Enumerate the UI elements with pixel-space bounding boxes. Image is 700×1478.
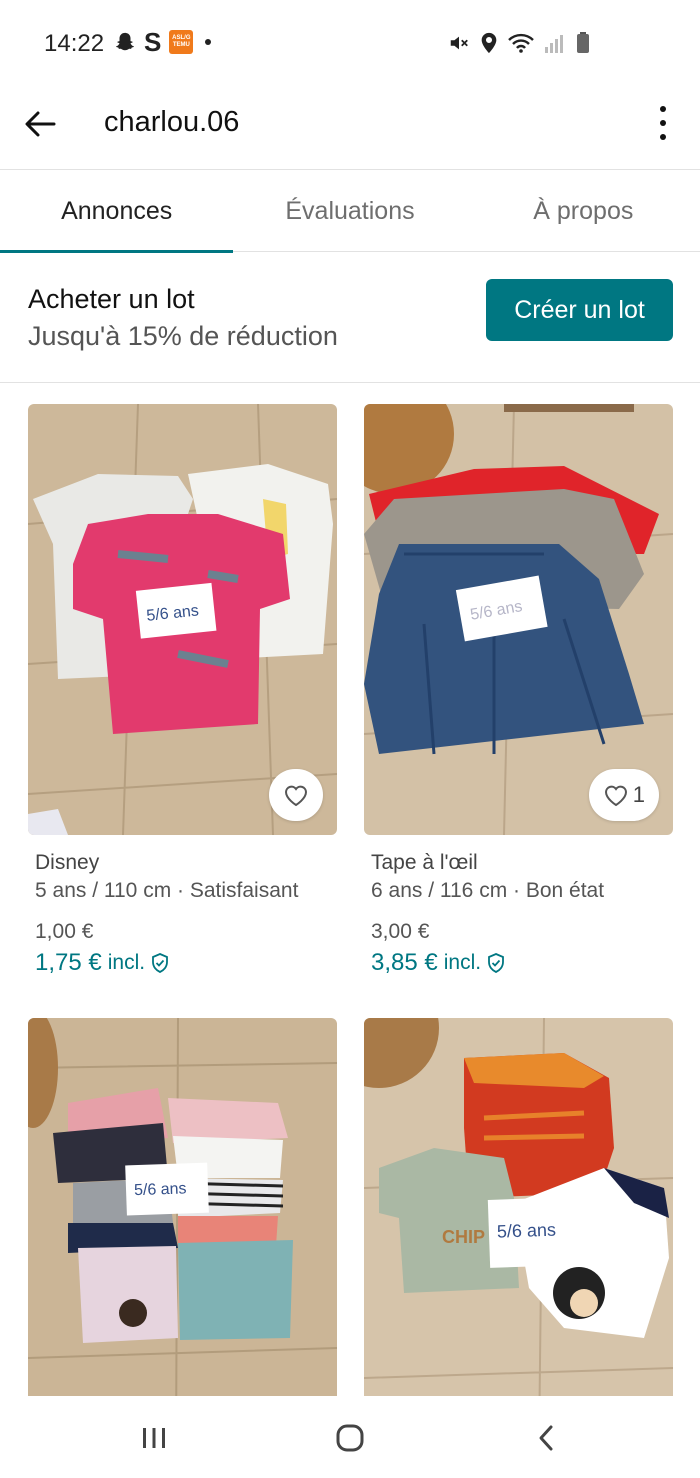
app-bar: charlou.06 [0, 88, 700, 170]
arrow-left-icon [25, 111, 56, 137]
status-bar: 14:22 S ASL/G TEMU [0, 0, 700, 88]
tab-annonces[interactable]: Annonces [0, 170, 234, 253]
item-card[interactable]: 5/6 ans 1 Tape à l'œil 6 ans / 116 cm · … [364, 404, 673, 1004]
favorite-count: 1 [632, 782, 645, 807]
status-right-icons [448, 32, 590, 54]
home-button[interactable] [320, 1416, 380, 1460]
item-incl-label: incl. [443, 951, 482, 974]
shield-icon[interactable] [151, 953, 169, 973]
create-bundle-button[interactable]: Créer un lot [486, 279, 673, 341]
item-info: Disney 5 ans / 110 cm · Satisfaisant 1,0… [35, 850, 335, 977]
system-nav-bar [0, 1396, 700, 1478]
item-brand: Disney [35, 851, 100, 874]
item-info: Tape à l'œil 6 ans / 116 cm · Bon état 3… [371, 850, 671, 977]
location-icon [481, 32, 497, 54]
item-brand: Tape à l'œil [371, 851, 478, 874]
more-vertical-icon [660, 106, 666, 112]
item-total-price: 3,85 € [371, 949, 438, 976]
item-price: 1,00 € [35, 920, 94, 943]
heart-icon [604, 785, 627, 807]
snapchat-ghost-icon [116, 32, 134, 51]
back-button[interactable] [18, 102, 62, 146]
signal-icon [545, 35, 563, 53]
status-left-icons: S ASL/G TEMU [114, 27, 212, 57]
item-card[interactable]: 5/6 ans [28, 1018, 337, 1396]
battery-icon [577, 32, 589, 53]
item-photo-image: CHIP 'N' DALE 5/6 ans [364, 1018, 673, 1396]
profile-tabs: Annonces Évaluations À propos [0, 170, 700, 253]
bundle-title: Acheter un lot [28, 284, 195, 314]
status-time: 14:22 [44, 30, 105, 57]
more-options-button[interactable] [648, 98, 678, 148]
notification-dot-icon [205, 39, 212, 45]
bundle-subtitle: Jusqu'à 15% de réduction [28, 321, 338, 351]
item-card[interactable]: 5/6 ans Disney 5 ans / 110 cm · Satisfai… [28, 404, 337, 1004]
page-title: charlou.06 [104, 106, 240, 138]
home-icon [336, 1424, 364, 1452]
item-meta: 6 ans / 116 cm · Bon état [371, 879, 605, 902]
item-photo[interactable]: 5/6 ans [28, 1018, 337, 1396]
temu-icon: ASL/G TEMU [169, 30, 194, 54]
item-incl-label: incl. [107, 951, 146, 974]
mute-icon [450, 36, 468, 50]
item-grid: 5/6 ans Disney 5 ans / 110 cm · Satisfai… [0, 383, 700, 1396]
tab-a-propos[interactable]: À propos [467, 170, 700, 252]
handwritten-tag: 5/6 ans [134, 1180, 187, 1199]
item-price-incl: 1,75 € incl. [35, 949, 335, 977]
tab-evaluations[interactable]: Évaluations [233, 170, 466, 252]
wifi-icon [508, 33, 534, 53]
item-photo[interactable]: 5/6 ans [28, 404, 337, 835]
shield-icon[interactable] [487, 953, 505, 973]
back-icon [539, 1425, 553, 1451]
item-photo[interactable]: 5/6 ans 1 [364, 404, 673, 835]
item-card[interactable]: CHIP 'N' DALE 5/6 ans [364, 1018, 673, 1396]
item-photo[interactable]: CHIP 'N' DALE 5/6 ans [364, 1018, 673, 1396]
item-price-incl: 3,85 € incl. [371, 949, 671, 977]
item-meta: 5 ans / 110 cm · Satisfaisant [35, 879, 299, 902]
favorite-button[interactable] [269, 769, 323, 821]
item-photo-image: 5/6 ans [28, 1018, 337, 1396]
recents-icon [143, 1428, 165, 1448]
system-back-button[interactable] [516, 1416, 576, 1460]
s-icon: S [144, 27, 162, 57]
bundle-banner: Acheter un lot Jusqu'à 15% de réduction … [0, 252, 700, 383]
favorite-button[interactable]: 1 [588, 769, 659, 821]
item-price: 3,00 € [371, 920, 430, 943]
heart-icon [284, 785, 308, 807]
recents-button[interactable] [124, 1416, 184, 1460]
handwritten-tag: 5/6 ans [497, 1220, 557, 1242]
item-total-price: 1,75 € [35, 949, 102, 976]
